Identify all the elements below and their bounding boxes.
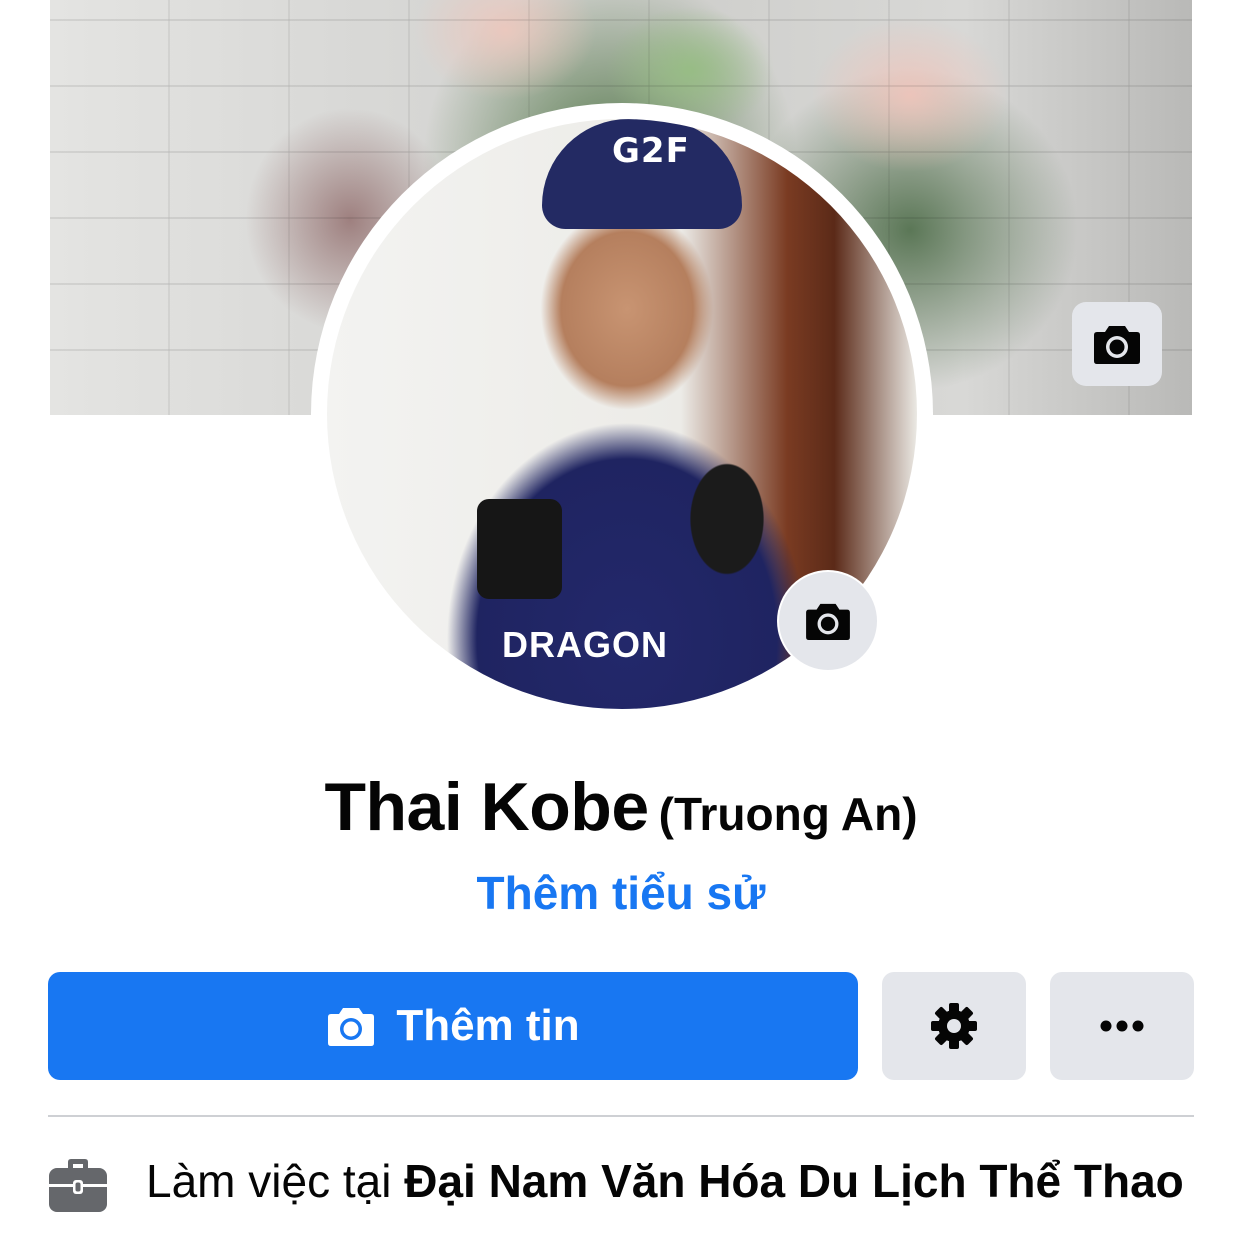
avatar-shirt-text: DRAGON bbox=[502, 624, 668, 665]
more-dots-icon bbox=[1100, 1020, 1144, 1032]
edit-avatar-button[interactable] bbox=[777, 570, 879, 672]
briefcase-icon bbox=[49, 1159, 107, 1212]
more-options-button[interactable] bbox=[1050, 972, 1194, 1080]
profile-name-row: Thai Kobe (Truong An) bbox=[0, 768, 1242, 846]
camera-icon bbox=[806, 603, 850, 641]
intro-work-place[interactable]: Đại Nam Văn Hóa Du Lịch Thể Thao bbox=[404, 1155, 1184, 1207]
edit-avatar-button-inner bbox=[779, 572, 877, 670]
intro-work-prefix: Làm việc tại bbox=[146, 1155, 405, 1207]
profile-alternate-name: (Truong An) bbox=[658, 788, 918, 840]
profile-settings-button[interactable] bbox=[882, 972, 1026, 1080]
avatar-camera-lens bbox=[477, 499, 562, 599]
camera-icon bbox=[1094, 326, 1140, 364]
profile-page: G2F DRAGON Thai Kobe (Truong An) Thêm tiể… bbox=[0, 0, 1242, 1242]
edit-cover-photo-button[interactable] bbox=[1072, 302, 1162, 386]
camera-icon bbox=[328, 1008, 375, 1046]
add-story-button[interactable]: Thêm tin bbox=[48, 972, 858, 1080]
intro-work-text: Làm việc tại Đại Nam Văn Hóa Du Lịch Thể… bbox=[146, 1150, 1206, 1212]
gear-icon bbox=[931, 1003, 977, 1049]
add-bio-link[interactable]: Thêm tiểu sử bbox=[0, 866, 1242, 920]
profile-name: Thai Kobe bbox=[324, 769, 649, 845]
section-divider bbox=[48, 1115, 1194, 1117]
add-story-label: Thêm tin bbox=[396, 1001, 580, 1050]
avatar-cap-text: G2F bbox=[612, 131, 690, 171]
